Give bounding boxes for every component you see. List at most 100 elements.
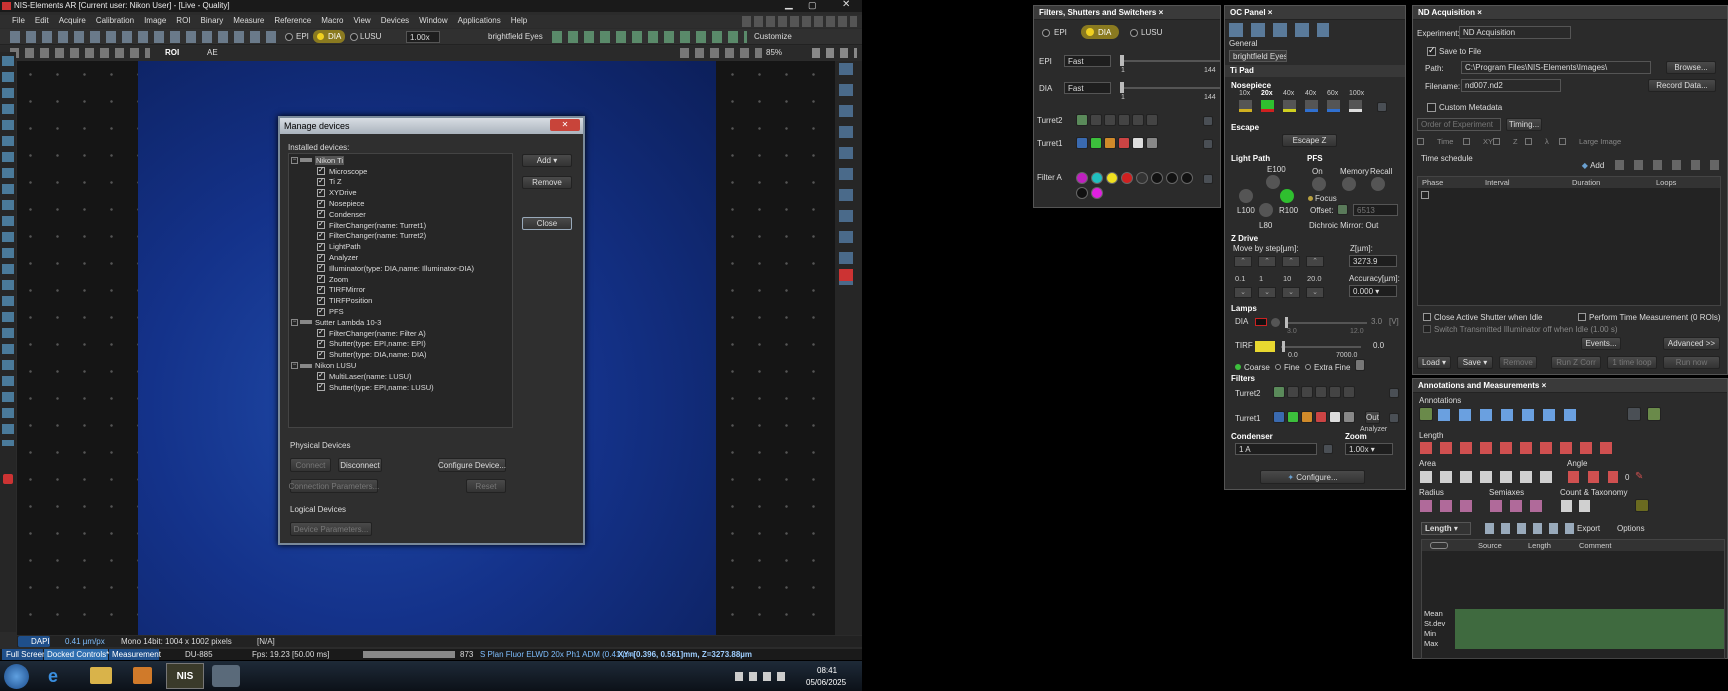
epi-speed-select[interactable]: Fast (1064, 55, 1111, 67)
ti-turret1-settings-icon[interactable] (1389, 413, 1399, 423)
radius-tool-icons[interactable] (1420, 500, 1476, 512)
close-icon[interactable]: ✕ (842, 0, 850, 10)
path-field[interactable]: C:\Program Files\NIS-Elements\Images\ (1461, 61, 1651, 74)
menu-item[interactable]: Devices (381, 16, 409, 25)
pointer-tool-icon[interactable] (1419, 407, 1433, 421)
filter-position-icon[interactable] (1287, 386, 1299, 398)
filter-position-icon[interactable] (1273, 386, 1285, 398)
filter-position-icon[interactable] (1104, 114, 1116, 126)
pfs-on-button[interactable] (1312, 177, 1326, 191)
z-down-button[interactable]: ⌄ (1282, 287, 1300, 298)
menu-item[interactable]: Applications (458, 16, 501, 25)
tree-item[interactable]: ✓ Shutter(type: EPI,name: EPI) (291, 339, 474, 350)
nd-tab[interactable]: Large Image (1579, 137, 1621, 146)
run-z-corr-button[interactable]: Run Z Corr (1551, 356, 1601, 369)
lamp-settings-icon[interactable] (1355, 359, 1365, 371)
measure-toolbar-icons[interactable] (1485, 523, 1575, 534)
device-checkbox[interactable]: ✓ (317, 177, 325, 186)
filter-position-icon[interactable] (1090, 137, 1102, 149)
filter-a-color-icon[interactable] (1091, 172, 1103, 184)
epi-slider-track[interactable] (1120, 60, 1220, 62)
z-step-value[interactable]: 1 (1259, 274, 1263, 283)
z-down-button[interactable]: ⌄ (1234, 287, 1252, 298)
menu-item[interactable]: ROI (176, 16, 190, 25)
filter-position-icon[interactable] (1076, 114, 1088, 126)
filter-position-icon[interactable] (1315, 386, 1327, 398)
oc-general-label[interactable]: General (1229, 39, 1257, 48)
collapse-icon[interactable]: − (291, 156, 298, 164)
add-phase-button[interactable]: ◆ Add (1578, 159, 1608, 171)
nosepiece-settings-icon[interactable] (1377, 102, 1387, 112)
filter-a-color-icon[interactable] (1091, 187, 1103, 199)
tree-group[interactable]: − Nikon LUSU (291, 360, 474, 371)
load-button[interactable]: Load ▾ (1417, 356, 1451, 369)
switch-trans-checkbox[interactable] (1423, 325, 1431, 333)
dia-lamp-slider-thumb[interactable] (1285, 317, 1288, 328)
tree-item[interactable]: ✓ Shutter(type: DIA,name: DIA) (291, 349, 474, 360)
accuracy-select[interactable]: 0.000 ▾ (1349, 285, 1397, 297)
run-now-button[interactable]: Run now (1663, 356, 1720, 369)
tree-group[interactable]: − Sutter Lambda 10-3 (291, 317, 474, 328)
menu-item[interactable]: View (354, 16, 371, 25)
z-step-value[interactable]: 0.1 (1235, 274, 1245, 283)
filters-epi-radio[interactable] (1042, 29, 1050, 37)
pfs-recall-button[interactable] (1371, 177, 1385, 191)
tree-item[interactable]: ✓ Zoom (291, 274, 474, 285)
filter-position-icon[interactable] (1329, 411, 1341, 423)
docked-controls-tab[interactable]: Docked Controls* (47, 650, 109, 659)
filter-a-color-icon[interactable] (1166, 172, 1178, 184)
device-checkbox[interactable]: ✓ (317, 264, 325, 273)
full-screen-tab[interactable]: Full Screen (6, 650, 46, 659)
time-loop-button[interactable]: 1 time loop (1607, 356, 1657, 369)
tree-item[interactable]: ✓ Nosepiece (291, 198, 474, 209)
device-checkbox[interactable]: ✓ (317, 242, 325, 251)
media-player-icon[interactable] (133, 667, 152, 684)
area-tool-icons[interactable] (1420, 471, 1552, 483)
save-to-file-checkbox[interactable] (1427, 45, 1436, 56)
device-checkbox[interactable]: ✓ (317, 167, 325, 176)
timing-button[interactable]: Timing... (1506, 118, 1542, 131)
filter-position-icon[interactable] (1329, 386, 1341, 398)
add-device-button[interactable]: Add ▾ (522, 154, 572, 167)
e100-button[interactable] (1266, 175, 1280, 189)
z-up-button[interactable]: ⌃ (1306, 256, 1324, 267)
device-checkbox[interactable]: ✓ (317, 372, 325, 381)
zoom-percent[interactable]: 85% (766, 48, 782, 57)
device-checkbox[interactable]: ✓ (317, 275, 325, 284)
z-up-button[interactable]: ⌃ (1234, 256, 1252, 267)
optical-config-label[interactable]: brightfield Eyes (488, 32, 543, 41)
schedule-column-header[interactable]: Interval (1485, 178, 1510, 187)
tree-item[interactable]: ✓ Illuminator(type: DIA,name: Illuminator… (291, 263, 474, 274)
z-step-value[interactable]: 10 (1283, 274, 1291, 283)
menu-item[interactable]: Macro (321, 16, 343, 25)
device-checkbox[interactable]: ✓ (317, 285, 325, 294)
filter-position-icon[interactable] (1343, 386, 1355, 398)
collapse-icon[interactable]: − (291, 318, 298, 326)
advanced-button[interactable]: Advanced >> (1663, 337, 1720, 350)
filters-lusu-radio[interactable] (1130, 29, 1138, 37)
tree-item[interactable]: ✓ Analyzer (291, 252, 474, 263)
device-checkbox[interactable]: ✓ (317, 199, 325, 208)
toolbar-icons-mid[interactable] (552, 31, 747, 43)
nd-tab-checkbox[interactable] (1463, 138, 1470, 145)
filter-a-color-icon[interactable] (1151, 172, 1163, 184)
filter-position-icon[interactable] (1118, 137, 1130, 149)
r100-button[interactable] (1280, 189, 1294, 203)
filter-a-color-icon[interactable] (1136, 172, 1148, 184)
measure-column-header[interactable]: Length (1528, 541, 1551, 550)
device-checkbox[interactable]: ✓ (317, 329, 325, 338)
filter-position-icon[interactable] (1343, 411, 1355, 423)
menu-item[interactable]: Measure (233, 16, 264, 25)
right-color-icon[interactable] (839, 269, 853, 281)
nd-tab[interactable]: Z (1513, 137, 1518, 146)
condenser-select[interactable]: 1 A (1235, 443, 1317, 455)
count-tool-icons[interactable] (1561, 500, 1591, 512)
objective-60x[interactable]: 60x (1325, 90, 1343, 116)
device-checkbox[interactable]: ✓ (317, 350, 325, 359)
sidebar-record-icon[interactable] (3, 474, 13, 484)
nd-tab-checkbox[interactable] (1559, 138, 1566, 145)
sidebar-tool-icons[interactable] (2, 56, 14, 446)
tree-item[interactable]: ✓ XYDrive (291, 187, 474, 198)
extra-fine-radio[interactable] (1305, 364, 1311, 370)
dia-lamp-knob[interactable] (1271, 318, 1280, 327)
